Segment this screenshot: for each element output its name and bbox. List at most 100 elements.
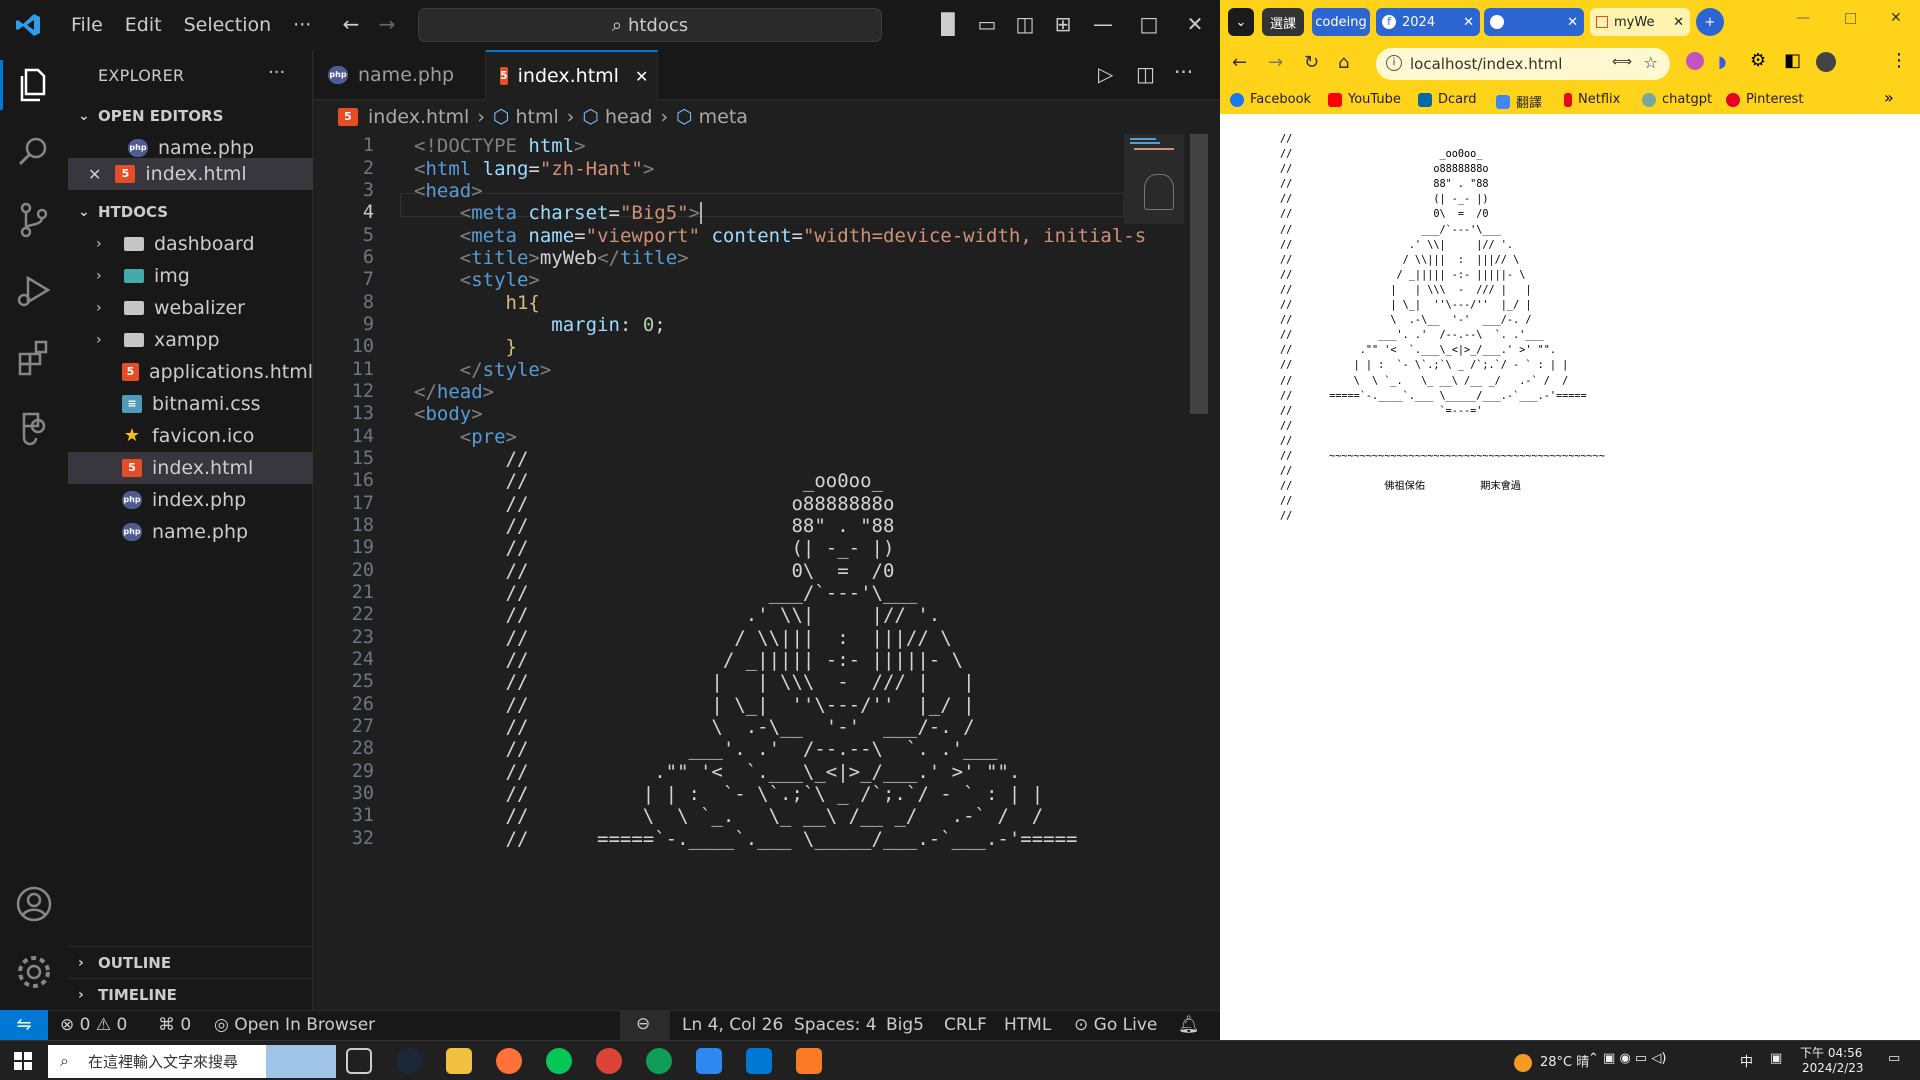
- chrome-icon[interactable]: [596, 1048, 622, 1074]
- taskbar-search[interactable]: ⌕ 在這裡輸入文字來搜尋: [48, 1045, 336, 1078]
- extension-icon[interactable]: [1686, 52, 1704, 70]
- menu-edit[interactable]: Edit: [114, 14, 173, 36]
- avatar[interactable]: [1816, 52, 1836, 72]
- extension-icon[interactable]: ◗: [1718, 52, 1726, 71]
- run-icon[interactable]: ▷: [1098, 62, 1113, 86]
- windows-start-icon[interactable]: [14, 1052, 32, 1070]
- toggle-secondary-sidebar-icon[interactable]: ◫: [1012, 12, 1038, 38]
- customize-layout-icon[interactable]: ⊞: [1050, 12, 1076, 38]
- close-icon[interactable]: ✕: [88, 165, 101, 184]
- firefox-icon[interactable]: [496, 1048, 522, 1074]
- bookmark-chatgpt[interactable]: chatgpt: [1642, 92, 1712, 107]
- ime-mode-icon[interactable]: ▣: [1770, 1051, 1782, 1066]
- open-editors-section[interactable]: ⌄ OPEN EDITORS: [68, 100, 313, 132]
- bookmark-facebook[interactable]: Facebook: [1230, 92, 1311, 107]
- more-actions-icon[interactable]: ···: [1174, 60, 1193, 84]
- clock-time[interactable]: 下午 04:56: [1800, 1044, 1862, 1061]
- back-arrow-icon[interactable]: ←: [338, 12, 364, 38]
- file-name-php[interactable]: php name.php: [68, 516, 313, 548]
- bell-icon[interactable]: 🔔︎: [1178, 1015, 1200, 1035]
- command-center[interactable]: ⌕ htdocs: [418, 8, 882, 42]
- home-icon[interactable]: ⌂: [1338, 52, 1349, 73]
- file-bitnami-css[interactable]: ≡ bitnami.css: [68, 388, 313, 420]
- file-index-php[interactable]: php index.php: [68, 484, 313, 516]
- menu-file[interactable]: File: [60, 14, 114, 36]
- timeline-section[interactable]: › TIMELINE: [68, 978, 313, 1010]
- tab-group-codeing[interactable]: codeing: [1312, 8, 1370, 36]
- file-index-html[interactable]: 5 index.html: [68, 452, 313, 484]
- tab-myweb-active[interactable]: myWe ✕: [1590, 8, 1690, 36]
- gear-icon[interactable]: [14, 952, 54, 992]
- minimap[interactable]: [1124, 134, 1220, 554]
- folder-xampp[interactable]: › xampp: [68, 324, 313, 356]
- minimize-icon[interactable]: —: [1796, 10, 1810, 26]
- source-control-icon[interactable]: [14, 200, 54, 240]
- split-editor-icon[interactable]: ◫: [1136, 62, 1155, 86]
- ports-status[interactable]: ⌘ 0: [158, 1015, 191, 1035]
- tab-group-selection[interactable]: 選課: [1262, 8, 1304, 36]
- tab-name-php[interactable]: php name.php: [314, 50, 486, 100]
- vscode-taskbar-icon[interactable]: [746, 1048, 772, 1074]
- bookmark-translate[interactable]: 翻譯: [1496, 92, 1542, 111]
- file-applications-html[interactable]: 5 applications.html: [68, 356, 313, 388]
- extensions-icon[interactable]: [14, 338, 54, 378]
- breadcrumb-item[interactable]: head: [605, 106, 652, 128]
- file-favicon-ico[interactable]: ★ favicon.ico: [68, 420, 313, 452]
- side-panel-icon[interactable]: ◧: [1784, 50, 1801, 71]
- breadcrumb-item[interactable]: html: [516, 106, 559, 128]
- cursor-position[interactable]: Ln 4, Col 26: [682, 1015, 783, 1035]
- forward-arrow-icon[interactable]: →: [1268, 52, 1283, 73]
- more-bookmarks-icon[interactable]: »: [1884, 88, 1894, 107]
- new-tab-button[interactable]: +: [1696, 8, 1724, 36]
- task-view-icon[interactable]: [346, 1048, 372, 1074]
- photos-icon[interactable]: [696, 1048, 722, 1074]
- bookmark-youtube[interactable]: YouTube: [1328, 92, 1401, 107]
- bookmark-netflix[interactable]: Netflix: [1564, 92, 1620, 107]
- run-debug-icon[interactable]: [14, 270, 54, 310]
- remote-icon[interactable]: ⇋: [0, 1010, 48, 1041]
- indentation[interactable]: Spaces: 4: [794, 1015, 877, 1035]
- weather-widget[interactable]: 28°C 晴: [1514, 1051, 1589, 1072]
- bookmark-dcard[interactable]: Dcard: [1418, 92, 1477, 107]
- system-tray-icons[interactable]: ⌃ ▣ ◉ ▭ ◁): [1588, 1051, 1666, 1066]
- search-icon[interactable]: [14, 132, 54, 172]
- close-icon[interactable]: ✕: [635, 67, 648, 86]
- line-icon[interactable]: [546, 1048, 572, 1074]
- file-explorer-icon[interactable]: [446, 1048, 472, 1074]
- chrome-profile-icon[interactable]: [646, 1048, 672, 1074]
- close-icon[interactable]: ✕: [1567, 15, 1578, 30]
- ime-indicator[interactable]: 中: [1740, 1051, 1753, 1070]
- open-editor-index-html[interactable]: ✕ 5 index.html: [68, 158, 313, 190]
- clock-date[interactable]: 2024/2/23: [1802, 1061, 1864, 1075]
- back-arrow-icon[interactable]: ←: [1232, 52, 1247, 73]
- breadcrumb-item[interactable]: meta: [699, 106, 748, 128]
- close-icon[interactable]: ✕: [1890, 10, 1902, 26]
- menu-more[interactable]: ···: [282, 14, 322, 36]
- outline-section[interactable]: › OUTLINE: [68, 946, 313, 978]
- steam-icon[interactable]: [396, 1048, 422, 1074]
- close-icon[interactable]: ✕: [1673, 15, 1684, 30]
- tab-index-html[interactable]: 5 index.html ✕: [486, 50, 658, 100]
- maximize-icon[interactable]: □: [1844, 10, 1857, 26]
- problems-status[interactable]: ⊗ 0 ⚠ 0: [60, 1015, 127, 1035]
- maximize-icon[interactable]: □: [1136, 12, 1162, 38]
- explorer-icon[interactable]: [14, 64, 54, 104]
- notification-icon[interactable]: ▭: [1888, 1051, 1900, 1066]
- tab-github[interactable]: ✕: [1484, 8, 1584, 36]
- puzzle-icon[interactable]: ⚙: [1750, 50, 1766, 71]
- language-mode[interactable]: HTML: [1004, 1015, 1051, 1035]
- account-icon[interactable]: [14, 884, 54, 924]
- folder-webalizer[interactable]: › webalizer: [68, 292, 313, 324]
- open-in-browser-button[interactable]: ◎ Open In Browser: [214, 1015, 375, 1035]
- address-bar[interactable]: i localhost/index.html ⟺ ☆: [1376, 48, 1670, 80]
- minimize-icon[interactable]: —: [1090, 12, 1116, 38]
- go-live-button[interactable]: ⊙ Go Live: [1074, 1015, 1157, 1035]
- toggle-sidebar-icon[interactable]: ▉: [936, 12, 962, 38]
- reload-icon[interactable]: ↻: [1304, 52, 1319, 73]
- toggle-panel-icon[interactable]: ▭: [974, 12, 1000, 38]
- encoding[interactable]: Big5: [886, 1015, 924, 1035]
- figma-icon[interactable]: [14, 406, 54, 446]
- menu-selection[interactable]: Selection: [173, 14, 283, 36]
- line-ending[interactable]: CRLF: [944, 1015, 987, 1035]
- close-icon[interactable]: ✕: [1463, 15, 1474, 30]
